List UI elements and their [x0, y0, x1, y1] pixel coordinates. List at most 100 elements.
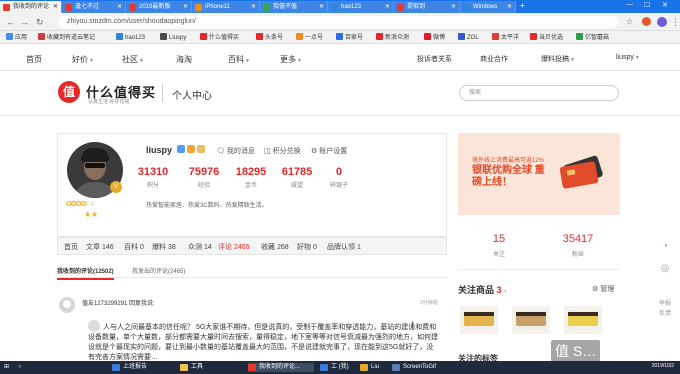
bookmark-item[interactable]: 当贝优选: [530, 33, 563, 43]
search-input[interactable]: 搜索: [459, 85, 619, 101]
close-icon[interactable]: ✕: [319, 1, 324, 13]
weibo-icon[interactable]: ◎: [657, 263, 673, 274]
profile-avatar[interactable]: [657, 17, 667, 27]
product-thumbnail[interactable]: [510, 300, 552, 338]
tab-sent-comments[interactable]: 我发出的评论(2465): [132, 266, 185, 275]
extension-icon[interactable]: [642, 17, 651, 26]
close-window-icon[interactable]: ✕: [662, 1, 668, 9]
nav-home[interactable]: 首页: [26, 54, 42, 65]
nav-community[interactable]: 社区▼: [122, 54, 144, 65]
maximize-icon[interactable]: ☐: [644, 1, 650, 9]
browser-tab[interactable]: Windows ✕: [460, 1, 516, 13]
nav-user[interactable]: liuspy▼: [616, 54, 640, 61]
nav-more[interactable]: 更多▼: [280, 54, 302, 65]
nav-business[interactable]: 商业合作: [480, 54, 508, 64]
taskbar-item[interactable]: 工具: [180, 363, 203, 372]
url-field[interactable]: zhiyou.smzdm.com/user/shoudaopinglun/: [58, 16, 618, 28]
comment-author[interactable]: 值友1273299291 回复我说:: [82, 298, 155, 307]
back-icon[interactable]: ←: [6, 16, 15, 28]
clock[interactable]: 2019/10/2: [652, 363, 674, 369]
star-icon[interactable]: ☆: [626, 16, 633, 28]
bookmark-item[interactable]: 一点号: [296, 33, 323, 43]
points-exchange-link[interactable]: ◫ 积分兑换: [264, 146, 301, 156]
bookmark-item[interactable]: Liuspy: [160, 33, 186, 43]
taskbar-item[interactable]: 上班报告: [112, 363, 147, 372]
tab-posts[interactable]: 爆料 38: [152, 242, 176, 252]
gear-icon: ⚙: [311, 148, 318, 155]
bookmark-item[interactable]: 百家号: [336, 33, 363, 43]
manage-button[interactable]: ⚙ 管理: [592, 284, 614, 294]
taskbar-item[interactable]: 工 (我): [320, 363, 349, 372]
feedback-button[interactable]: 反馈: [657, 308, 673, 317]
stat-points[interactable]: 31310 积分: [133, 166, 173, 189]
bookmark-item[interactable]: ZOL: [458, 33, 479, 43]
window-controls: — ☐ ✕: [616, 0, 680, 13]
browser-tab[interactable]: 2019最新版 ✕: [126, 1, 192, 13]
taskbar-item[interactable]: Liu: [360, 363, 379, 372]
browser-tab[interactable]: hao123 ✕: [328, 1, 394, 13]
nav-wiki[interactable]: 百科▼: [228, 54, 250, 65]
tab-home[interactable]: 首页: [64, 242, 78, 252]
browser-tab[interactable]: iPhone11 ✕: [192, 1, 260, 13]
close-icon[interactable]: ✕: [385, 1, 390, 13]
nav-investor[interactable]: 投诉者关系: [417, 54, 452, 64]
close-icon[interactable]: ✕: [183, 1, 188, 13]
tab-favorites[interactable]: 收藏 268: [261, 242, 289, 252]
bookmark-item[interactable]: 亿智蘑菇: [576, 33, 609, 43]
tab-comments[interactable]: 评论 2465: [218, 242, 250, 252]
bookmark-icon: [458, 33, 465, 40]
browser-tab[interactable]: 提取到 ✕: [394, 1, 460, 13]
bookmark-item[interactable]: hao123: [116, 33, 145, 43]
tab-brand[interactable]: 品牌认领 1: [327, 242, 361, 252]
stat-experience[interactable]: 75976 经验: [184, 166, 224, 189]
nav-submit[interactable]: 爆料投稿▼: [541, 54, 575, 64]
close-icon[interactable]: ✕: [53, 1, 58, 13]
product-thumbnail[interactable]: [458, 300, 500, 338]
new-tab-button[interactable]: +: [520, 1, 525, 10]
commenter-avatar[interactable]: [59, 297, 75, 313]
nav-overseas[interactable]: 海淘: [176, 54, 192, 65]
report-button[interactable]: 举报: [657, 298, 673, 307]
taskbar-item-browser[interactable]: 我收到的评论...: [248, 363, 314, 372]
tab-goods[interactable]: 好物 0: [297, 242, 317, 252]
search-icon[interactable]: ○: [18, 363, 22, 372]
tab-received-comments[interactable]: 我收到的评论(12502): [57, 266, 114, 280]
product-thumbnail[interactable]: [562, 300, 604, 338]
close-icon[interactable]: ✕: [251, 1, 256, 13]
close-icon[interactable]: ✕: [451, 1, 456, 13]
start-icon[interactable]: ⊞: [4, 363, 14, 372]
tab-reviews[interactable]: 众测 14: [188, 242, 212, 252]
browser-tab[interactable]: 逢七不过 ✕: [62, 1, 126, 13]
browser-tab-comments[interactable]: 我收到的评论 ✕: [0, 1, 62, 13]
stat-prestige[interactable]: 61785 威望: [277, 166, 317, 189]
stat-fans[interactable]: 35417 粉丝: [548, 233, 608, 258]
stat-silver[interactable]: 0 碎银子: [319, 166, 359, 189]
bookmark-item[interactable]: 头条号: [256, 33, 283, 43]
bookmark-item[interactable]: 微博: [424, 33, 445, 43]
close-icon[interactable]: ✕: [117, 1, 122, 13]
reload-icon[interactable]: ↻: [36, 16, 44, 28]
account-settings-link[interactable]: ⚙ 账户设置: [311, 146, 347, 156]
share-icon[interactable]: ◔: [657, 241, 673, 252]
nav-deals[interactable]: 好价▼: [72, 54, 94, 65]
bookmark-icon: [336, 33, 343, 40]
stat-following[interactable]: 15 关注: [469, 233, 529, 258]
bookmark-item[interactable]: 新浪众测: [376, 33, 409, 43]
my-messages-link[interactable]: 🗨 我的消息: [216, 146, 255, 156]
bookmark-item[interactable]: 收藏到有道云笔记: [38, 33, 95, 43]
tab-articles[interactable]: 文章 146: [86, 242, 114, 252]
minimize-icon[interactable]: —: [626, 1, 633, 8]
level-icon: [187, 145, 195, 153]
forward-icon[interactable]: →: [20, 16, 29, 28]
bookmark-item[interactable]: 什么值得买: [200, 33, 239, 43]
stat-gold[interactable]: 18295 金币: [231, 166, 271, 189]
chevron-down-icon: ▼: [297, 58, 302, 64]
menu-icon[interactable]: ⋮: [671, 16, 680, 28]
close-icon[interactable]: ✕: [507, 1, 512, 13]
site-logo[interactable]: 值: [58, 81, 80, 103]
bookmark-item[interactable]: 应用: [6, 33, 27, 43]
taskbar-item[interactable]: ScreenToGif: [392, 363, 436, 372]
tab-wiki[interactable]: 百科 0: [124, 242, 144, 252]
browser-tab[interactable]: 我值不值 ✕: [260, 1, 328, 13]
bookmark-item[interactable]: 太平洋: [492, 33, 519, 43]
